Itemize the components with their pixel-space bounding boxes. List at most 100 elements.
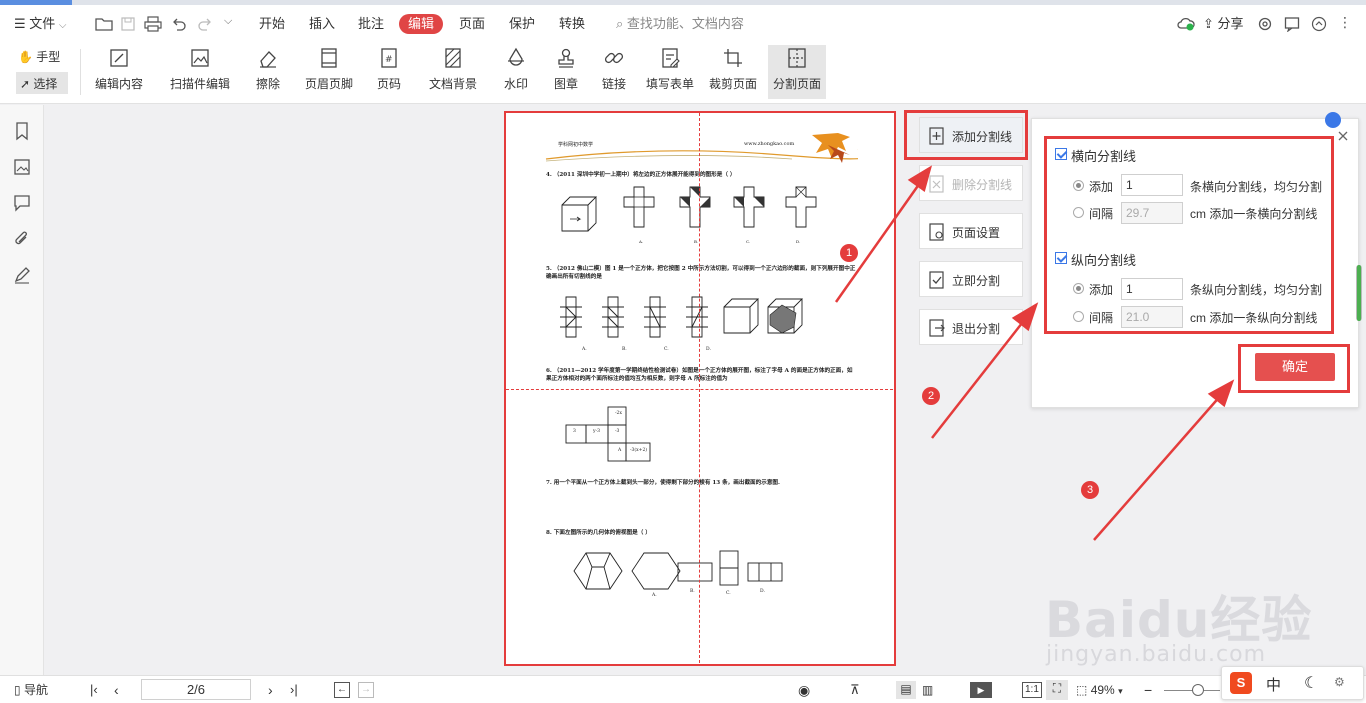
search-icon: ⌕: [616, 16, 624, 31]
actual-size-icon[interactable]: 1:1: [1022, 682, 1042, 698]
net-cell-center: -3: [615, 429, 620, 434]
page-setup-icon: [929, 223, 944, 241]
play-icon[interactable]: ▶: [970, 682, 992, 698]
q8-option-d: D.: [760, 589, 765, 594]
last-page-icon[interactable]: ›|: [290, 682, 298, 698]
settings-icon[interactable]: [1257, 16, 1273, 32]
menu-bar: ☰ 文件 ⌵ ⌵ 开始 插入 批注 编辑 页面 保护 转换 ⌕ 查找功能、文档内…: [0, 5, 1366, 41]
share-button[interactable]: ⇪ 分享: [1203, 14, 1244, 34]
bookmark-icon[interactable]: [12, 121, 32, 141]
thumbnail-icon[interactable]: [12, 157, 32, 177]
split-now-icon: [929, 271, 944, 289]
tool-scan-edit[interactable]: 扫描件编辑: [162, 45, 238, 99]
tool-fill-form[interactable]: 填写表单: [644, 45, 696, 99]
nav-panel-icon: ▯: [14, 683, 21, 697]
delete-split-line-button[interactable]: 删除分割线: [919, 165, 1023, 201]
comment-icon[interactable]: [1284, 16, 1300, 32]
file-menu[interactable]: ☰ 文件 ⌵: [14, 14, 67, 34]
ime-language-toggle[interactable]: 中: [1266, 674, 1281, 695]
page-setup-button[interactable]: 页面设置: [919, 213, 1023, 249]
save-icon[interactable]: [120, 16, 136, 32]
first-page-icon[interactable]: |‹: [90, 682, 98, 698]
tab-convert[interactable]: 转换: [559, 14, 585, 34]
ime-toolbar: S 中 ☾ ⚙: [1221, 666, 1364, 700]
eye-protection-icon[interactable]: ◉: [798, 682, 810, 698]
chevron-down-icon: ⌵: [58, 20, 67, 31]
moon-icon[interactable]: ☾: [1304, 673, 1318, 693]
document-page: 学科网初中数学 www.zhongkao.com 4. （2011 深圳中学初一…: [504, 111, 896, 666]
net-cell-right: -3(x+2): [630, 448, 648, 453]
tab-annotate[interactable]: 批注: [358, 14, 384, 34]
back-icon[interactable]: ←: [334, 682, 350, 698]
baidu-watermark-url: jingyan.baidu.com: [1046, 642, 1267, 667]
forward-icon[interactable]: →: [358, 682, 374, 698]
tab-edit[interactable]: 编辑: [399, 14, 444, 34]
question-4-figures: [561, 186, 817, 232]
more-chevron-icon[interactable]: [1311, 16, 1327, 32]
tab-insert[interactable]: 插入: [309, 14, 335, 34]
close-icon[interactable]: [1336, 129, 1350, 143]
next-page-icon[interactable]: ›: [268, 682, 273, 698]
sogou-logo-icon[interactable]: S: [1230, 672, 1252, 694]
prev-page-icon[interactable]: ‹: [114, 682, 119, 698]
double-page-icon[interactable]: ▥: [922, 682, 933, 698]
nav-toggle[interactable]: ▯ 导航: [14, 682, 48, 698]
page-header-left: 学科网初中数学: [558, 142, 594, 148]
tool-link[interactable]: 链接: [594, 45, 634, 99]
q8-option-a: A.: [652, 593, 657, 598]
floating-help-dot[interactable]: [1325, 112, 1341, 128]
header-footer-icon: [321, 48, 337, 68]
split-now-button[interactable]: 立即分割: [919, 261, 1023, 297]
tool-stamp[interactable]: 图章: [546, 45, 586, 99]
zoom-slider-thumb[interactable]: [1192, 684, 1204, 696]
tab-protect[interactable]: 保护: [509, 14, 535, 34]
window-menu-icon[interactable]: ⋮: [1338, 14, 1352, 31]
q4-option-b: B.: [694, 239, 699, 244]
quick-access-dropdown-icon[interactable]: ⌵: [224, 15, 232, 28]
page-number-input[interactable]: 2/6: [141, 679, 251, 700]
signature-icon[interactable]: [12, 265, 32, 285]
select-tool[interactable]: ➚ 选择: [16, 72, 68, 94]
tool-header-footer[interactable]: 页眉页脚: [298, 45, 360, 99]
tool-crop-page[interactable]: 裁剪页面: [706, 45, 760, 99]
hand-icon: ✋: [18, 50, 33, 64]
highlight-confirm: [1238, 344, 1350, 393]
search-box[interactable]: ⌕ 查找功能、文档内容: [616, 14, 744, 34]
net-cell-top: -2x: [615, 411, 622, 416]
exit-split-button[interactable]: 退出分割: [919, 309, 1023, 345]
redo-icon[interactable]: [197, 16, 213, 32]
cloud-sync-icon[interactable]: [1177, 16, 1195, 32]
tool-page-number[interactable]: # 页码: [372, 45, 406, 99]
print-icon[interactable]: [144, 16, 162, 32]
tab-start[interactable]: 开始: [259, 14, 285, 34]
hand-tool[interactable]: ✋ 手型: [18, 48, 60, 65]
question-8-figures: [573, 550, 783, 590]
question-6: 6. （2011—2012 学年度第一学期终结性检测试卷）如图是一个正方体的展开…: [546, 368, 853, 382]
hamburger-icon: ☰: [14, 16, 26, 31]
fit-height-icon[interactable]: ⊼: [850, 682, 860, 698]
tool-edit-content[interactable]: 编辑内容: [88, 45, 150, 99]
zoom-out-icon[interactable]: −: [1144, 682, 1152, 698]
ime-settings-icon[interactable]: ⚙: [1334, 675, 1345, 689]
undo-icon[interactable]: [171, 16, 187, 32]
fit-page-icon[interactable]: ⛶: [1046, 680, 1068, 700]
tool-erase[interactable]: 擦除: [248, 45, 288, 99]
horizontal-split-line[interactable]: [506, 389, 894, 390]
tab-page[interactable]: 页面: [459, 14, 485, 34]
tool-watermark[interactable]: 水印: [496, 45, 536, 99]
ribbon-toolbar: ✋ 手型 ➚ 选择 编辑内容 扫描件编辑 擦除 页眉页脚 # 页码 文档背景 水…: [0, 41, 1366, 104]
question-4: 4. （2011 深圳中学初一上期中）将左边的正方体展开能得到的图形是（ ）: [546, 172, 736, 178]
crop-icon: [724, 49, 742, 67]
left-sidebar: [0, 105, 44, 675]
net-cell-a: A: [618, 448, 622, 453]
scan-edit-icon: [191, 49, 209, 67]
attachment-icon[interactable]: [12, 229, 32, 249]
zoom-dropdown[interactable]: ⬚ 49% ▾: [1076, 682, 1123, 698]
tool-split-page[interactable]: 分割页面: [768, 45, 826, 99]
annotation-icon[interactable]: [12, 193, 32, 213]
open-folder-icon[interactable]: [95, 16, 113, 32]
tool-doc-background[interactable]: 文档背景: [422, 45, 484, 99]
q8-option-b: B.: [690, 589, 695, 594]
question-5: 5. （2012 佛山二模）图 1 是一个正方体，把它按图 2 中所示方法切割，…: [546, 266, 856, 280]
single-page-icon[interactable]: ▤: [896, 681, 916, 699]
